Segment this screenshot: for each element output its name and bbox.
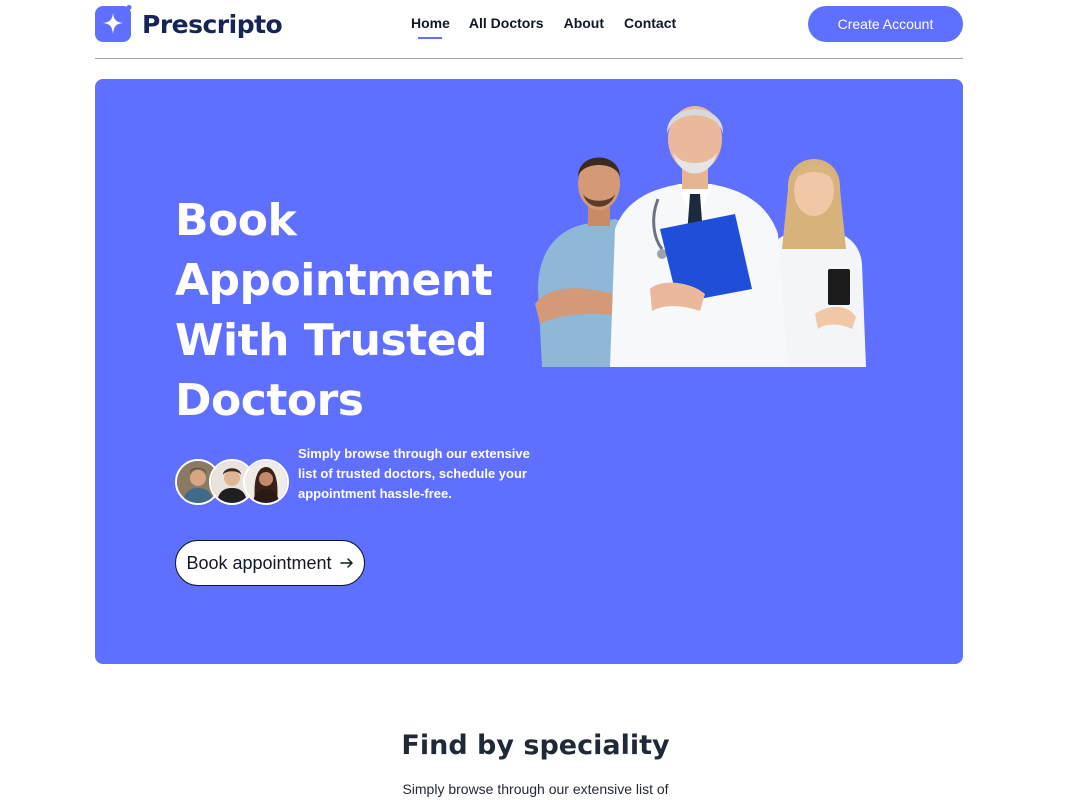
hero-description: Simply browse through our extensive list…: [298, 446, 530, 501]
navbar: Prescripto Home All Doctors About Contac…: [95, 0, 963, 59]
speciality-subtitle: Simply browse through our extensive list…: [402, 781, 669, 797]
nav-home[interactable]: Home: [411, 15, 450, 31]
create-account-button[interactable]: Create Account: [808, 6, 963, 42]
nav-all-doctors[interactable]: All Doctors: [469, 15, 544, 31]
book-appointment-label: Book appointment: [186, 552, 332, 573]
brand-name: Prescripto: [142, 9, 283, 39]
avatar: [243, 459, 289, 505]
nav-about[interactable]: About: [564, 15, 604, 31]
nav-links: Home All Doctors About Contact: [411, 15, 676, 39]
logo-icon: [95, 5, 132, 42]
hero-banner: Book Appointment With Trusted Doctors Si…: [95, 79, 963, 664]
hero-title: Book Appointment With Trusted Doctors: [175, 195, 493, 426]
active-nav-indicator: [418, 37, 442, 39]
speciality-title: Find by speciality: [401, 730, 670, 761]
nav-contact[interactable]: Contact: [624, 15, 676, 31]
arrow-right-icon: [339, 558, 353, 568]
book-appointment-button[interactable]: Book appointment: [175, 540, 365, 586]
logo[interactable]: Prescripto: [95, 4, 283, 44]
avatar-group: [175, 459, 289, 509]
doctors-group-image: [535, 106, 866, 367]
